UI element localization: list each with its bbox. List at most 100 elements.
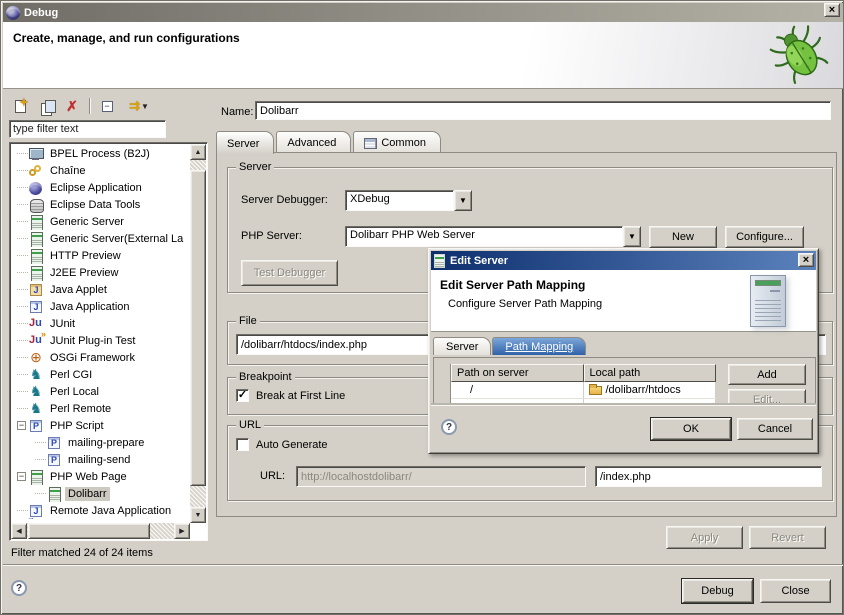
tree-item-label: PHP Web Page <box>47 470 130 484</box>
ok-button[interactable]: OK <box>651 418 731 440</box>
horizontal-scroll-thumb[interactable] <box>28 523 150 539</box>
tab-server[interactable]: Server <box>216 131 274 154</box>
tree-item-eclipse-data-tools[interactable]: Eclipse Data Tools <box>11 196 191 213</box>
tree-item-bpel-process-b2j[interactable]: BPEL Process (B2J) <box>11 145 191 162</box>
tree-item-j2ee-preview[interactable]: J2EE Preview <box>11 264 191 281</box>
tree-item-mailing-send[interactable]: Pmailing-send <box>11 451 191 468</box>
tab-advanced[interactable]: Advanced <box>276 131 351 153</box>
close-button[interactable]: Close <box>760 579 831 603</box>
tree-item-http-preview[interactable]: HTTP Preview <box>11 247 191 264</box>
tree-item-generic-server-external-la[interactable]: Generic Server(External La <box>11 230 191 247</box>
debug-button[interactable]: Debug <box>682 579 753 603</box>
filter-configurations-button[interactable]: ⇉ ▼ <box>122 96 156 116</box>
tree-item-label: mailing-send <box>65 453 133 467</box>
apply-button[interactable]: Apply <box>666 526 743 549</box>
perl-icon: ♞ <box>28 384 44 400</box>
tree-item-java-application[interactable]: JJava Application <box>11 298 191 315</box>
tree-item-php-web-page[interactable]: − PHP Web Page <box>11 468 191 485</box>
tree-item-junit-plug-in-test[interactable]: Ju»JUnit Plug-in Test <box>11 332 191 349</box>
tree-connector <box>15 198 28 211</box>
footer-separator <box>3 564 843 566</box>
delete-configuration-button[interactable]: ✗ <box>61 96 83 116</box>
table-row[interactable]: / /dolibarr/htdocs <box>451 382 716 399</box>
tree-item-mailing-prepare[interactable]: Pmailing-prepare <box>11 434 191 451</box>
edit-server-dialog: Edit Server × Edit Server Path Mapping C… <box>428 248 819 454</box>
name-input[interactable] <box>255 101 831 120</box>
header-banner: Create, manage, and run configurations <box>3 22 843 89</box>
tree-item-perl-cgi[interactable]: ♞Perl CGI <box>11 366 191 383</box>
url-group-title: URL <box>236 419 264 431</box>
tree-item-osgi-framework[interactable]: ⊕OSGi Framework <box>11 349 191 366</box>
tree-item-label: Eclipse Data Tools <box>47 198 143 212</box>
tree-item-label: Perl Local <box>47 385 102 399</box>
filter-input[interactable] <box>9 120 166 138</box>
scroll-right-button[interactable]: ▶ <box>174 523 190 539</box>
new-server-button[interactable]: New <box>649 226 717 248</box>
dialog-button-bar: ? OK Cancel <box>431 405 816 451</box>
scroll-down-button[interactable]: ▼ <box>190 507 206 523</box>
dialog-help-button[interactable]: ? <box>441 419 457 435</box>
add-mapping-button[interactable]: Add <box>728 364 806 385</box>
scroll-left-button[interactable]: ◀ <box>11 523 27 539</box>
column-header-local-path[interactable]: Local path <box>584 364 717 382</box>
tree-item-label: JUnit <box>47 317 78 331</box>
dialog-close-button[interactable]: × <box>798 253 814 267</box>
server-icon <box>28 265 44 281</box>
auto-generate-checkbox[interactable] <box>236 438 249 451</box>
tree-item-eclipse-application[interactable]: Eclipse Application <box>11 179 191 196</box>
tree-expander-icon[interactable]: − <box>17 472 26 481</box>
configure-server-button[interactable]: Configure... <box>725 226 804 248</box>
tree-connector <box>15 181 28 194</box>
server-icon <box>434 254 445 268</box>
tree-item-label: Generic Server <box>47 215 127 229</box>
tree-item-label: mailing-prepare <box>65 436 147 450</box>
duplicate-icon <box>38 98 54 114</box>
scroll-up-button[interactable]: ▲ <box>190 144 206 160</box>
server-icon <box>28 231 44 247</box>
revert-button[interactable]: Revert <box>749 526 826 549</box>
collapse-all-button[interactable]: − <box>96 96 118 116</box>
cancel-button[interactable]: Cancel <box>737 418 813 440</box>
tree-item-junit[interactable]: JuJUnit <box>11 315 191 332</box>
window-titlebar[interactable]: Debug <box>3 3 843 22</box>
tree-connector <box>15 266 28 279</box>
tree-item-perl-local[interactable]: ♞Perl Local <box>11 383 191 400</box>
tree-item-cha-ne[interactable]: Chaîne <box>11 162 191 179</box>
tree-item-dolibarr[interactable]: Dolibarr <box>11 485 191 502</box>
dialog-tab-server[interactable]: Server <box>433 337 491 355</box>
dialog-tab-path-mapping[interactable]: Path Mapping <box>492 337 586 355</box>
debug-beetle-icon <box>769 25 831 85</box>
tree-item-generic-server[interactable]: Generic Server <box>11 213 191 230</box>
common-tab-icon <box>364 138 377 149</box>
combo-arrow-icon[interactable]: ▼ <box>454 190 472 211</box>
help-button[interactable]: ? <box>11 580 27 596</box>
url-label: URL: <box>260 470 285 482</box>
tree-expander-icon[interactable]: − <box>17 421 26 430</box>
config-tree: BPEL Process (B2J)ChaîneEclipse Applicat… <box>11 145 191 519</box>
tree-item-php-script[interactable]: −PPHP Script <box>11 417 191 434</box>
tree-vertical-scrollbar[interactable]: ▲ ▼ <box>190 144 206 523</box>
new-configuration-icon: ✦ <box>15 100 26 113</box>
tree-item-label: Remote Java Application <box>47 504 174 518</box>
server-debugger-combo[interactable]: XDebug ▼ <box>345 190 472 211</box>
tree-item-java-applet[interactable]: JJava Applet <box>11 281 191 298</box>
vertical-scroll-thumb[interactable] <box>190 170 206 486</box>
window-close-button[interactable]: × <box>824 3 840 17</box>
tree-horizontal-scrollbar[interactable]: ◀ ▶ <box>11 523 190 539</box>
tree-item-label: Dolibarr <box>65 487 110 501</box>
tree-item-remote-java-application[interactable]: J→Remote Java Application <box>11 502 191 519</box>
test-debugger-button[interactable]: Test Debugger <box>241 260 338 286</box>
tree-item-label: PHP Script <box>47 419 107 433</box>
dialog-titlebar[interactable]: Edit Server <box>431 251 816 270</box>
php-server-combo[interactable]: Dolibarr PHP Web Server ▼ <box>345 226 641 247</box>
column-header-path-on-server[interactable]: Path on server <box>451 364 584 382</box>
eclipse-icon <box>6 6 20 20</box>
combo-arrow-icon[interactable]: ▼ <box>623 226 641 247</box>
url-path-input[interactable] <box>595 466 822 487</box>
break-first-line-checkbox[interactable]: ✓ <box>236 389 249 402</box>
new-configuration-button[interactable]: ✦ <box>9 96 31 116</box>
tab-common[interactable]: Common <box>353 131 441 153</box>
config-tabs: Server Advanced Common <box>216 131 443 153</box>
duplicate-configuration-button[interactable] <box>35 96 57 116</box>
tree-item-perl-remote[interactable]: ♞Perl Remote <box>11 400 191 417</box>
